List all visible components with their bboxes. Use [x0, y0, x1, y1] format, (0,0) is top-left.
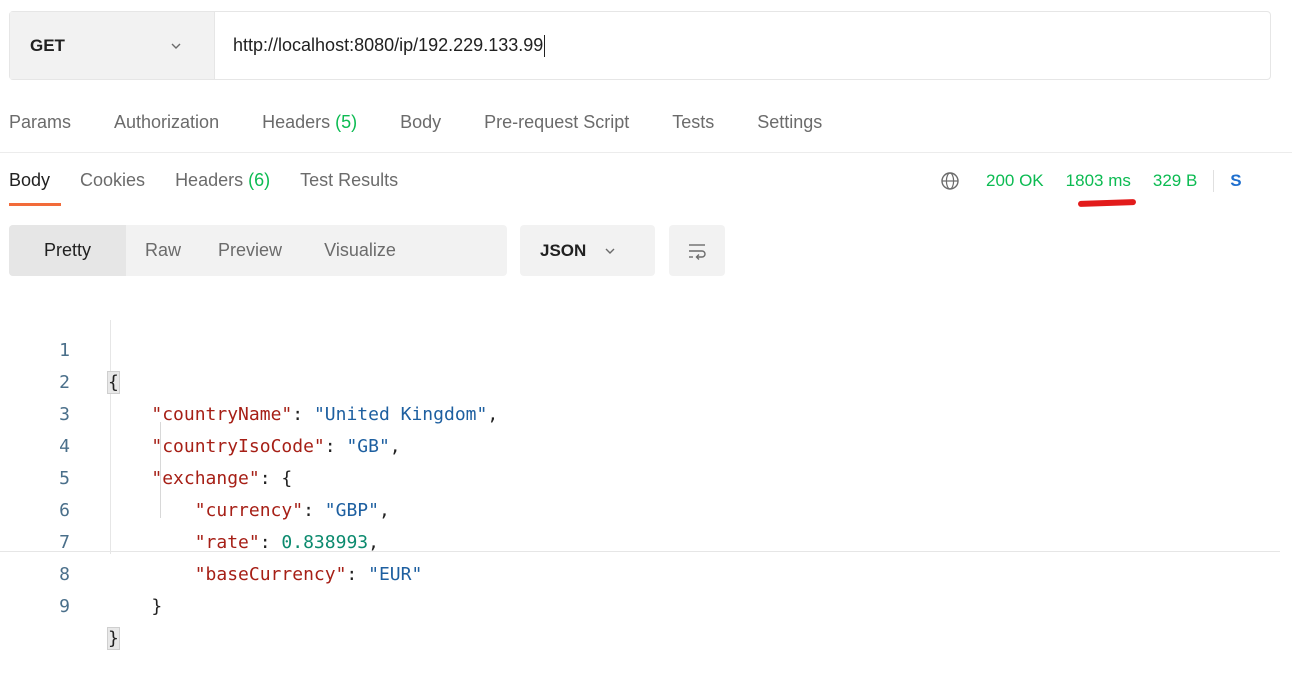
- code-line: 8 }: [0, 527, 1292, 617]
- tab-headers[interactable]: Headers (5): [262, 112, 357, 133]
- close-brace: }: [107, 627, 120, 650]
- code-line: 3 "countryIsoCode": "GB",: [0, 367, 1292, 457]
- red-underline-annotation: [1077, 198, 1137, 208]
- response-time[interactable]: 1803 ms: [1066, 171, 1131, 191]
- format-preview-button[interactable]: Preview: [200, 225, 300, 276]
- response-tabs: Body Cookies Headers (6) Test Results: [9, 170, 428, 206]
- request-bar: GET http://localhost:8080/ip/192.229.133…: [9, 11, 1271, 80]
- format-visualize-button[interactable]: Visualize: [300, 225, 420, 276]
- code-line: 5 "currency": "GBP",: [0, 431, 1292, 521]
- url-input[interactable]: http://localhost:8080/ip/192.229.133.99: [215, 12, 1270, 79]
- tab-settings[interactable]: Settings: [757, 112, 822, 133]
- url-text: http://localhost:8080/ip/192.229.133.99: [233, 35, 544, 55]
- method-select[interactable]: GET: [10, 12, 215, 79]
- code-line: 2 "countryName": "United Kingdom",: [0, 335, 1292, 425]
- response-tab-cookies[interactable]: Cookies: [80, 170, 145, 191]
- response-tab-test-results[interactable]: Test Results: [300, 170, 398, 191]
- response-body-code[interactable]: 1 { 2 "countryName": "United Kingdom", 3…: [0, 303, 1292, 650]
- divider: [0, 152, 1292, 153]
- globe-icon[interactable]: [940, 171, 960, 191]
- chevron-down-icon: [171, 43, 181, 49]
- save-response-button[interactable]: S: [1230, 171, 1241, 191]
- code-line: 7 "baseCurrency": "EUR": [0, 495, 1292, 585]
- language-label: JSON: [540, 240, 587, 260]
- response-size[interactable]: 329 B: [1153, 171, 1197, 191]
- divider: [1213, 170, 1215, 192]
- headers-count-badge: (5): [335, 112, 358, 132]
- text-cursor: [544, 34, 546, 57]
- code-line: 6 "rate": 0.838993,: [0, 463, 1292, 553]
- tab-body[interactable]: Body: [400, 112, 441, 133]
- wrap-lines-icon: [689, 243, 706, 260]
- language-select[interactable]: JSON: [520, 225, 655, 276]
- code-line: 1 {: [0, 303, 1292, 394]
- tab-tests[interactable]: Tests: [672, 112, 714, 133]
- code-line: 9 }: [0, 559, 1292, 650]
- response-tab-body[interactable]: Body: [9, 170, 62, 206]
- format-pretty-button[interactable]: Pretty: [9, 225, 126, 276]
- response-tab-headers[interactable]: Headers (6): [175, 170, 270, 191]
- tab-authorization[interactable]: Authorization: [114, 112, 219, 133]
- tab-params[interactable]: Params: [9, 112, 71, 133]
- response-status-bar: 200 OK 1803 ms 329 B S: [940, 170, 1242, 192]
- method-label: GET: [30, 35, 65, 55]
- wrap-lines-button[interactable]: [669, 225, 725, 276]
- format-mode-group: Pretty Raw Preview Visualize: [9, 225, 507, 276]
- status-code[interactable]: 200 OK: [986, 171, 1044, 191]
- line-number: 9: [59, 596, 70, 617]
- request-tabs: Params Authorization Headers (5) Body Pr…: [9, 112, 865, 133]
- code-line: 4 "exchange": {: [0, 399, 1292, 489]
- close-brace: }: [151, 596, 163, 617]
- chevron-down-icon: [605, 248, 615, 254]
- response-headers-count-badge: (6): [248, 170, 271, 190]
- tab-pre-request-script[interactable]: Pre-request Script: [484, 112, 629, 133]
- format-raw-button[interactable]: Raw: [126, 225, 200, 276]
